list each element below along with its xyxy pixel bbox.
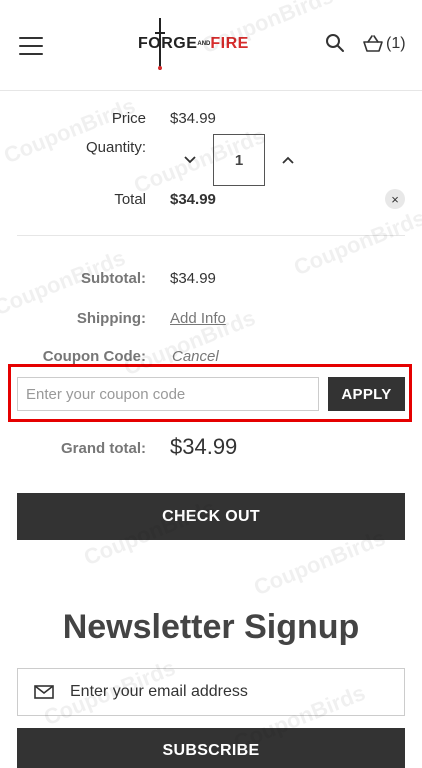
quantity-increase-button[interactable] — [268, 134, 308, 186]
site-header: FORGEANDFIRE (1) — [0, 0, 422, 91]
total-label: Total — [114, 191, 146, 208]
basket-icon — [363, 35, 383, 52]
coupon-code-label: Coupon Code: — [42, 348, 146, 365]
quantity-stepper: 1 — [170, 134, 308, 186]
menu-icon[interactable] — [19, 37, 43, 55]
chevron-up-icon — [282, 156, 294, 164]
apply-coupon-button[interactable]: APPLY — [328, 377, 405, 411]
chevron-down-icon — [184, 156, 196, 164]
watermark: CouponBirds — [0, 92, 139, 169]
remove-item-button[interactable]: × — [385, 189, 405, 209]
newsletter-title: Newsletter Signup — [62, 608, 360, 646]
newsletter-email-field[interactable]: Enter your email address — [17, 668, 405, 716]
checkout-button[interactable]: CHECK OUT — [17, 493, 405, 540]
divider — [17, 235, 405, 236]
add-shipping-info-link[interactable]: Add Info — [170, 310, 226, 327]
watermark: CouponBirds — [290, 204, 422, 281]
logo-text-forge: FORGE — [138, 35, 198, 52]
coupon-code-input[interactable]: Enter your coupon code — [17, 377, 319, 411]
coupon-cancel-link[interactable]: Cancel — [172, 348, 219, 365]
search-icon[interactable] — [325, 33, 347, 55]
grand-total-value: $34.99 — [170, 434, 238, 459]
subtotal-value: $34.99 — [170, 270, 216, 287]
quantity-label: Quantity: — [85, 139, 146, 156]
envelope-icon — [34, 685, 54, 699]
cart-count: (1) — [386, 35, 406, 52]
quantity-decrease-button[interactable] — [170, 134, 210, 186]
quantity-input[interactable]: 1 — [213, 134, 265, 186]
logo-text-fire: FIRE — [210, 35, 249, 52]
cart-button[interactable]: (1) — [362, 33, 406, 55]
price-label: Price — [111, 110, 146, 127]
subtotal-label: Subtotal: — [81, 270, 146, 287]
price-value: $34.99 — [170, 110, 216, 127]
subscribe-button[interactable]: SUBSCRIBE — [17, 728, 405, 768]
site-logo[interactable]: FORGEANDFIRE — [138, 18, 284, 70]
newsletter-email-placeholder: Enter your email address — [70, 683, 248, 700]
total-value: $34.99 — [170, 191, 216, 208]
shipping-label: Shipping: — [76, 310, 146, 327]
logo-text-and: AND — [197, 40, 211, 47]
grand-total-label: Grand total: — [61, 440, 146, 457]
